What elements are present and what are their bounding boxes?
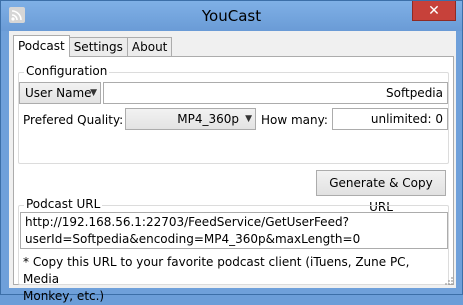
podcast-url-line-2: userId=Softpedia&encoding=MP4_360p&maxLe… [25, 232, 361, 246]
client-area: Podcast Settings About Configuration Use… [9, 31, 456, 303]
user-name-field[interactable]: Softpedia [103, 82, 448, 104]
chevron-down-icon: ▼ [90, 88, 97, 98]
app-window: YouCast ✕ Podcast Settings About Configu… [0, 0, 463, 303]
podcast-tab-page: Configuration User Name ▼ Softpedia Pref… [13, 56, 454, 303]
podcast-url-group: Podcast URL http://192.168.56.1:22703/Fe… [18, 197, 449, 303]
resize-grip-icon[interactable] [444, 276, 454, 286]
copy-hint-text: * Copy this URL to your favorite podcast… [23, 254, 448, 305]
tab-settings[interactable]: Settings [68, 37, 128, 57]
copy-hint-line-1: * Copy this URL to your favorite podcast… [23, 255, 410, 286]
chevron-down-icon: ▼ [245, 114, 252, 124]
quality-select[interactable]: MP4_360p ▼ [125, 108, 256, 130]
user-type-select[interactable]: User Name ▼ [19, 82, 101, 104]
close-icon: ✕ [428, 3, 440, 19]
tab-strip: Podcast Settings About [13, 35, 173, 57]
how-many-field[interactable]: unlimited: 0 [332, 108, 448, 130]
tab-about[interactable]: About [126, 37, 173, 57]
how-many-label: How many: [261, 113, 328, 127]
copy-hint-line-2: Monkey, etc.) [23, 289, 105, 303]
title-bar[interactable]: YouCast ✕ [1, 1, 462, 31]
podcast-url-field[interactable]: http://192.168.56.1:22703/FeedService/Ge… [20, 212, 448, 249]
quality-value: MP4_360p [177, 112, 239, 126]
quality-label: Prefered Quality: [23, 113, 124, 127]
configuration-group-title: Configuration [24, 64, 110, 78]
tab-podcast[interactable]: Podcast [13, 35, 70, 57]
window-title: YouCast [201, 7, 262, 25]
close-button[interactable]: ✕ [412, 1, 456, 21]
generate-copy-url-button[interactable]: Generate & Copy URL [316, 170, 446, 214]
configuration-group: Configuration User Name ▼ Softpedia Pref… [18, 64, 449, 164]
podcast-url-line-1: http://192.168.56.1:22703/FeedService/Ge… [25, 215, 349, 229]
user-type-value: User Name [25, 86, 92, 100]
podcast-url-group-title: Podcast URL [24, 197, 103, 211]
